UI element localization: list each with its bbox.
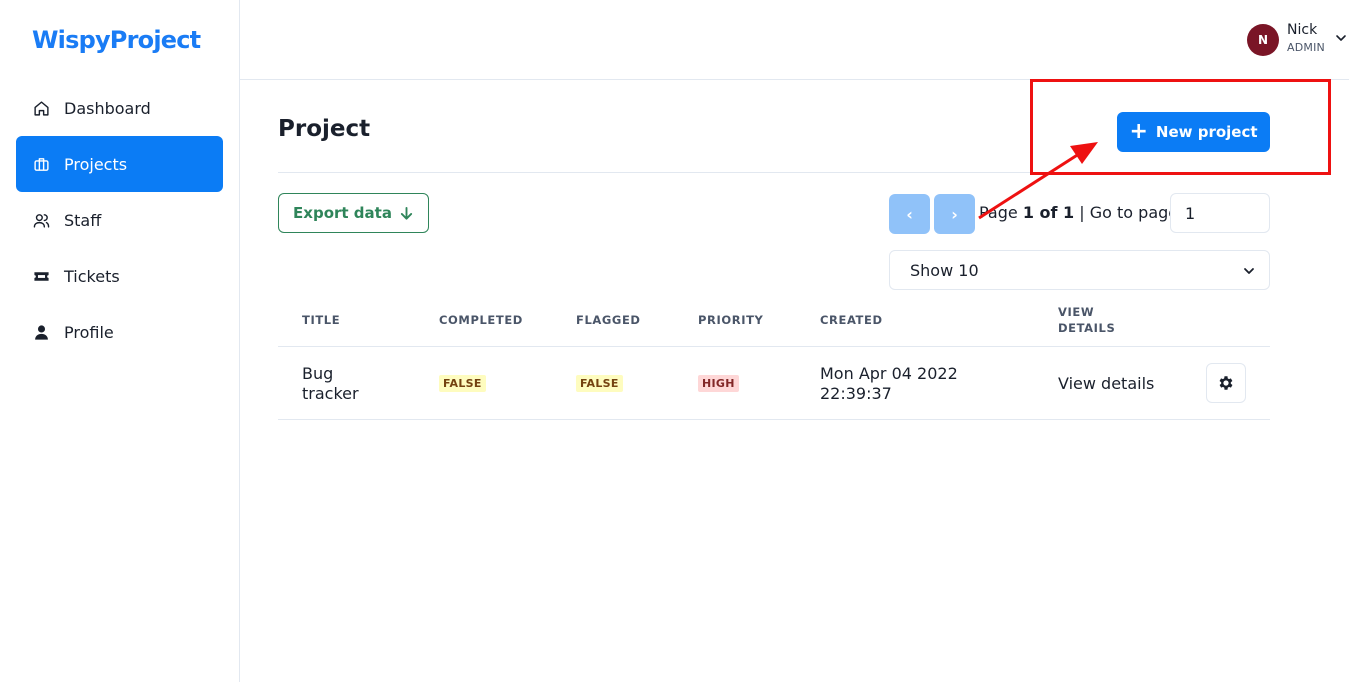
export-data-label: Export data bbox=[293, 204, 392, 222]
app-root: WispyProject Dashboard Projects Staff Ti… bbox=[0, 0, 1349, 682]
chevron-down-icon bbox=[1336, 35, 1346, 41]
row-settings-button[interactable] bbox=[1206, 363, 1246, 403]
column-header-title[interactable]: TITLE bbox=[302, 312, 340, 328]
gear-icon bbox=[1219, 376, 1233, 390]
users-icon bbox=[32, 211, 50, 229]
user-name: Nick bbox=[1287, 22, 1318, 38]
goto-label: | Go to page: bbox=[1074, 203, 1184, 222]
ticket-icon bbox=[32, 267, 50, 285]
column-header-flagged[interactable]: FLAGGED bbox=[576, 312, 641, 328]
table-row: Bug tracker FALSE FALSE HIGH Mon Apr 04 … bbox=[278, 347, 1270, 420]
avatar: N bbox=[1247, 24, 1280, 56]
column-header-view-details[interactable]: VIEW DETAILS bbox=[1058, 304, 1118, 336]
projects-table: TITLE COMPLETED FLAGGED PRIORITY CREATED… bbox=[278, 298, 1270, 420]
home-icon bbox=[32, 99, 50, 117]
next-page-button[interactable]: › bbox=[934, 194, 975, 234]
table-header: TITLE COMPLETED FLAGGED PRIORITY CREATED… bbox=[278, 298, 1270, 347]
status-badge-completed: FALSE bbox=[439, 375, 486, 392]
priority-badge: HIGH bbox=[698, 375, 739, 392]
view-details-link[interactable]: View details bbox=[1058, 374, 1154, 394]
sidebar-item-staff[interactable]: Staff bbox=[16, 192, 223, 248]
sidebar-item-projects[interactable]: Projects bbox=[16, 136, 223, 192]
chevron-down-icon bbox=[1244, 268, 1254, 274]
page-prefix: Page bbox=[979, 203, 1023, 222]
sidebar-item-profile[interactable]: Profile bbox=[16, 304, 223, 360]
arrow-down-icon bbox=[400, 206, 413, 220]
user-role: ADMIN bbox=[1287, 41, 1325, 54]
sidebar-item-label: Staff bbox=[64, 210, 102, 230]
page-indicator: Page 1 of 1 | Go to page: bbox=[979, 203, 1184, 222]
user-icon bbox=[32, 323, 50, 341]
sidebar-item-tickets[interactable]: Tickets bbox=[16, 248, 223, 304]
user-menu[interactable]: N Nick ADMIN bbox=[1247, 20, 1347, 56]
highlight-box bbox=[1030, 79, 1331, 175]
briefcase-icon bbox=[32, 155, 50, 173]
previous-page-button[interactable]: ‹ bbox=[889, 194, 930, 234]
app-logo[interactable]: WispyProject bbox=[32, 26, 201, 54]
top-header: N Nick ADMIN bbox=[240, 0, 1349, 80]
page-size-value: Show 10 bbox=[910, 260, 979, 280]
sidebar-nav: Dashboard Projects Staff Tickets Profile bbox=[16, 80, 223, 360]
user-info: Nick ADMIN bbox=[1287, 20, 1325, 56]
goto-page-input[interactable] bbox=[1170, 193, 1270, 233]
sidebar-item-dashboard[interactable]: Dashboard bbox=[16, 80, 223, 136]
page-size-select[interactable]: Show 10 bbox=[889, 250, 1270, 290]
sidebar: WispyProject Dashboard Projects Staff Ti… bbox=[0, 0, 240, 682]
cell-title: Bug tracker bbox=[302, 364, 359, 403]
status-badge-flagged: FALSE bbox=[576, 375, 623, 392]
sidebar-item-label: Projects bbox=[64, 154, 128, 174]
sidebar-item-label: Profile bbox=[64, 322, 114, 342]
cell-created: Mon Apr 04 2022 22:39:37 bbox=[820, 364, 958, 403]
column-header-priority[interactable]: PRIORITY bbox=[698, 312, 763, 328]
sidebar-item-label: Dashboard bbox=[64, 98, 151, 118]
column-header-created[interactable]: CREATED bbox=[820, 312, 883, 328]
column-header-completed[interactable]: COMPLETED bbox=[439, 312, 523, 328]
page-current: 1 of 1 bbox=[1022, 203, 1075, 222]
export-data-button[interactable]: Export data bbox=[278, 193, 429, 233]
page-title: Project bbox=[278, 116, 371, 142]
sidebar-item-label: Tickets bbox=[64, 266, 120, 286]
